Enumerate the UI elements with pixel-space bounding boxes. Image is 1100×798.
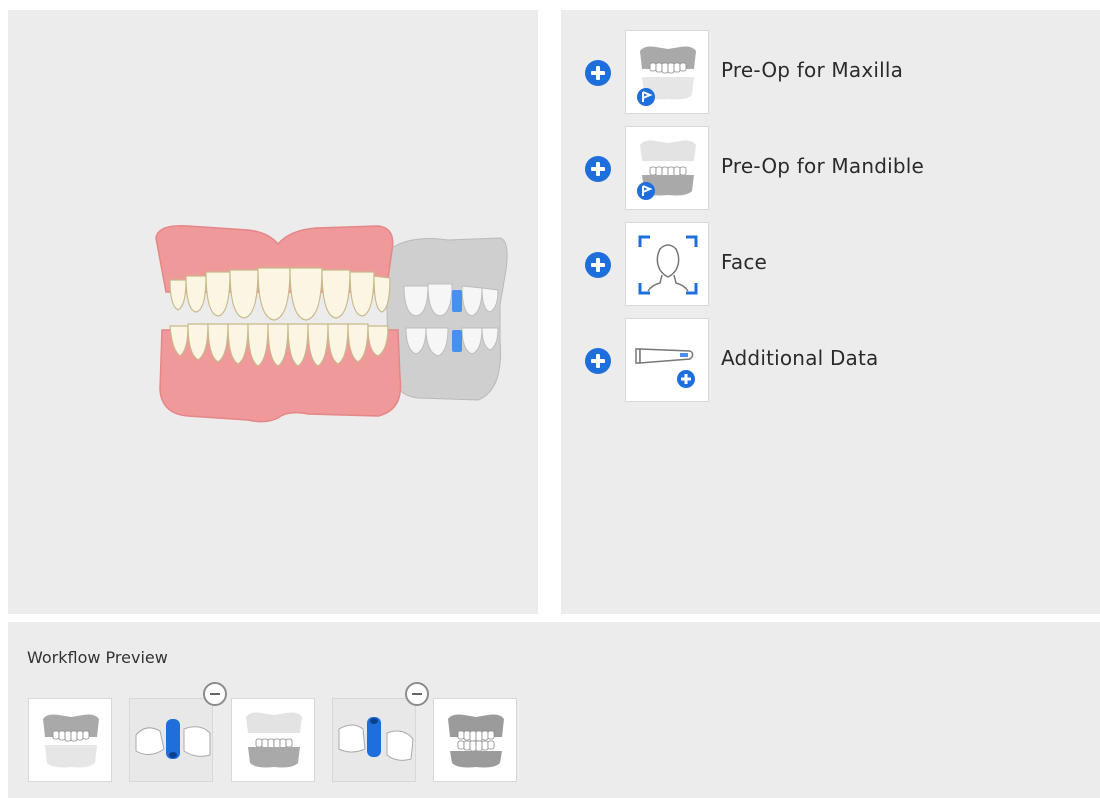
data-item-face: Face xyxy=(561,222,1100,308)
scan-body-icon xyxy=(338,717,414,761)
upper-jaw-icon xyxy=(43,714,99,768)
model-preview-panel xyxy=(8,10,538,614)
workflow-step-occlusion[interactable] xyxy=(433,698,517,782)
scanner-add-icon[interactable] xyxy=(625,318,709,402)
occlusion-icon xyxy=(448,714,504,768)
item-label: Pre-Op for Mandible xyxy=(721,154,925,178)
data-type-panel: Pre-Op for Maxilla Pre-Op for Mandible F… xyxy=(561,10,1100,614)
data-item-pre-op-maxilla: Pre-Op for Maxilla xyxy=(561,30,1100,116)
remove-step-button[interactable] xyxy=(203,682,227,706)
remove-step-button[interactable] xyxy=(405,682,429,706)
item-label: Face xyxy=(721,250,768,274)
add-icon[interactable] xyxy=(585,156,611,182)
maxilla-scan-icon[interactable] xyxy=(625,30,709,114)
add-icon[interactable] xyxy=(585,252,611,278)
workflow-step-scan-body-1[interactable] xyxy=(129,698,213,782)
workflow-step-lower-jaw[interactable] xyxy=(231,698,315,782)
data-item-additional-data: Additional Data xyxy=(561,318,1100,404)
add-icon[interactable] xyxy=(585,60,611,86)
lower-jaw-icon xyxy=(246,712,302,768)
workflow-title: Workflow Preview xyxy=(27,648,168,667)
data-item-pre-op-mandible: Pre-Op for Mandible xyxy=(561,126,1100,212)
scan-body-icon xyxy=(135,719,211,759)
dental-model-illustration xyxy=(155,225,508,423)
item-label: Additional Data xyxy=(721,346,879,370)
item-label: Pre-Op for Maxilla xyxy=(721,58,904,82)
workflow-preview-panel: Workflow Preview xyxy=(8,622,1100,798)
add-icon[interactable] xyxy=(585,348,611,374)
workflow-step-scan-body-2[interactable] xyxy=(332,698,416,782)
face-scan-icon[interactable] xyxy=(625,222,709,306)
mandible-scan-icon[interactable] xyxy=(625,126,709,210)
workflow-step-upper-jaw[interactable] xyxy=(28,698,112,782)
